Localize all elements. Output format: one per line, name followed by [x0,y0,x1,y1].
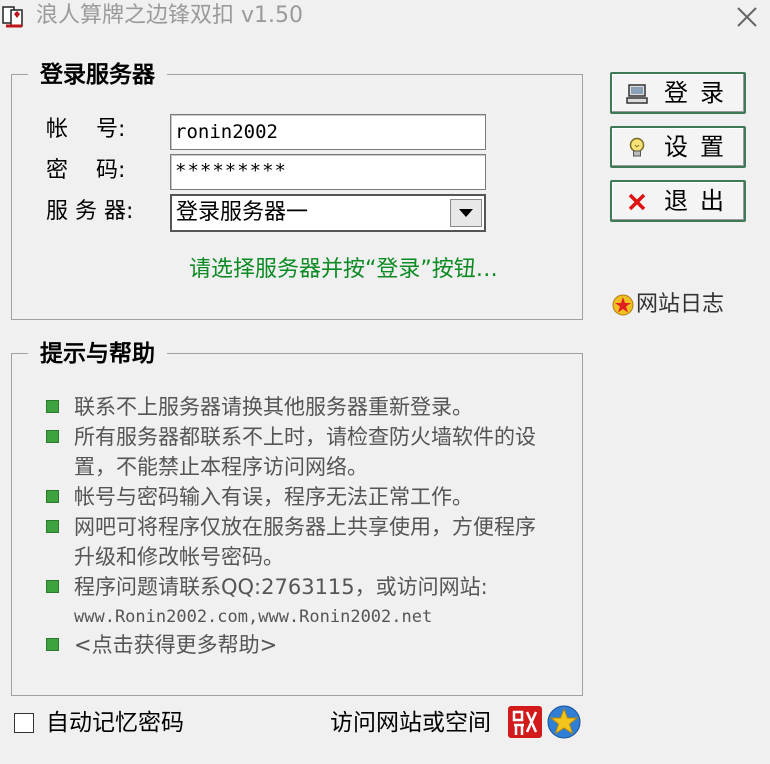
bullet-icon [46,400,59,413]
help-item-text: 程序问题请联系QQ:2763115，或访问网站: [74,575,488,599]
bullet-icon [46,490,59,503]
help-item-text: 所有服务器都联系不上时，请检查防火墙软件的设置，不能禁止本程序访问网络。 [74,425,536,479]
help-legend: 提示与帮助 [28,339,167,369]
settings-button[interactable]: 设置 [610,126,746,168]
exit-button[interactable]: 退出 [610,180,746,222]
account-input[interactable] [170,114,486,150]
server-select[interactable]: 登录服务器一 [170,194,486,232]
password-label: 密 码: [46,158,126,183]
login-button[interactable]: 登录 [610,72,746,114]
chevron-down-icon [459,209,473,217]
help-item-text: 网吧可将程序仅放在服务器上共享使用，方便程序升级和修改帐号密码。 [74,515,536,569]
account-label: 帐 号: [46,117,126,142]
computer-icon [626,84,648,104]
bullet-icon [46,638,59,651]
server-select-value: 登录服务器一 [176,200,309,225]
star-badge-icon [612,294,634,316]
dropdown-button[interactable] [450,199,482,227]
red-seal-icon[interactable] [507,705,543,739]
bullet-icon [46,520,59,533]
remember-password-checkbox[interactable] [14,713,34,733]
settings-button-label: 设置 [664,133,736,161]
password-input[interactable]: ********* [170,154,486,190]
remember-password-label[interactable]: 自动记忆密码 [46,708,184,738]
website-urls[interactable]: www.Ronin2002.com,www.Ronin2002.net [74,602,432,632]
help-item-text: 帐号与密码输入有误，程序无法正常工作。 [74,485,473,509]
window-title: 浪人算牌之边锋双扣 v1.50 [36,3,303,28]
lightbulb-icon [629,137,645,157]
visit-site-link[interactable]: 访问网站或空间 [330,708,491,738]
card-game-app-icon [2,6,23,28]
exit-button-label: 退出 [664,187,736,215]
star-logo-icon[interactable] [546,705,582,739]
login-server-legend: 登录服务器 [28,60,167,90]
bullet-icon [46,430,59,443]
login-hint: 请选择服务器并按“登录”按钮… [189,257,498,282]
site-log-label: 网站日志 [636,292,725,317]
help-item-text: 联系不上服务器请换其他服务器重新登录。 [74,395,473,419]
red-x-icon [628,193,646,211]
more-help-link[interactable]: <点击获得更多帮助> [74,630,544,660]
login-button-label: 登录 [664,79,736,107]
title-bar: 浪人算牌之边锋双扣 v1.50 [0,0,770,34]
close-icon[interactable] [730,2,764,32]
server-label: 服 务 器: [46,199,134,224]
bullet-icon [46,580,59,593]
